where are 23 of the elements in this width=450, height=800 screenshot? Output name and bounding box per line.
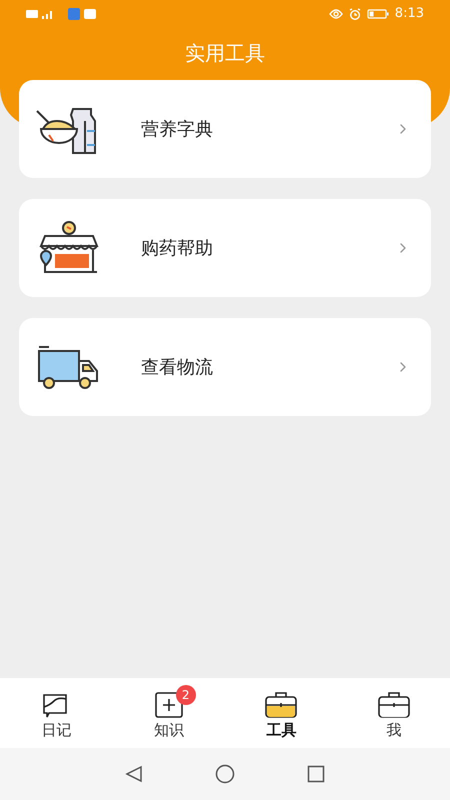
battery-icon [366,9,389,19]
eye-icon [328,9,343,19]
briefcase-icon [376,690,411,719]
tool-label: 查看物流 [141,356,214,380]
tab-item[interactable]: 日记 [0,682,112,744]
tool-card[interactable]: 营养字典 [19,80,431,178]
status-time: 8:13 [394,5,424,24]
tab-item[interactable]: 我 [338,682,450,744]
tool-card[interactable]: 查看物流 [19,318,431,416]
tab-item[interactable]: 2 知识 [112,682,225,744]
tool-label: 营养字典 [141,118,214,142]
home-icon[interactable] [215,764,235,784]
tool-label: 购药帮助 [141,236,214,260]
status-icons-drawing [26,8,98,20]
plus-square-icon [154,690,184,719]
count-badge: 2 [176,684,196,705]
alarm-icon [348,8,361,20]
page-title: 实用工具 [185,40,265,67]
tab-item[interactable]: 工具 [225,682,338,744]
briefcase-icon [264,690,298,719]
back-icon[interactable] [125,765,143,783]
tool-card[interactable]: 购药帮助 [19,199,431,297]
recents-icon[interactable] [307,765,325,783]
